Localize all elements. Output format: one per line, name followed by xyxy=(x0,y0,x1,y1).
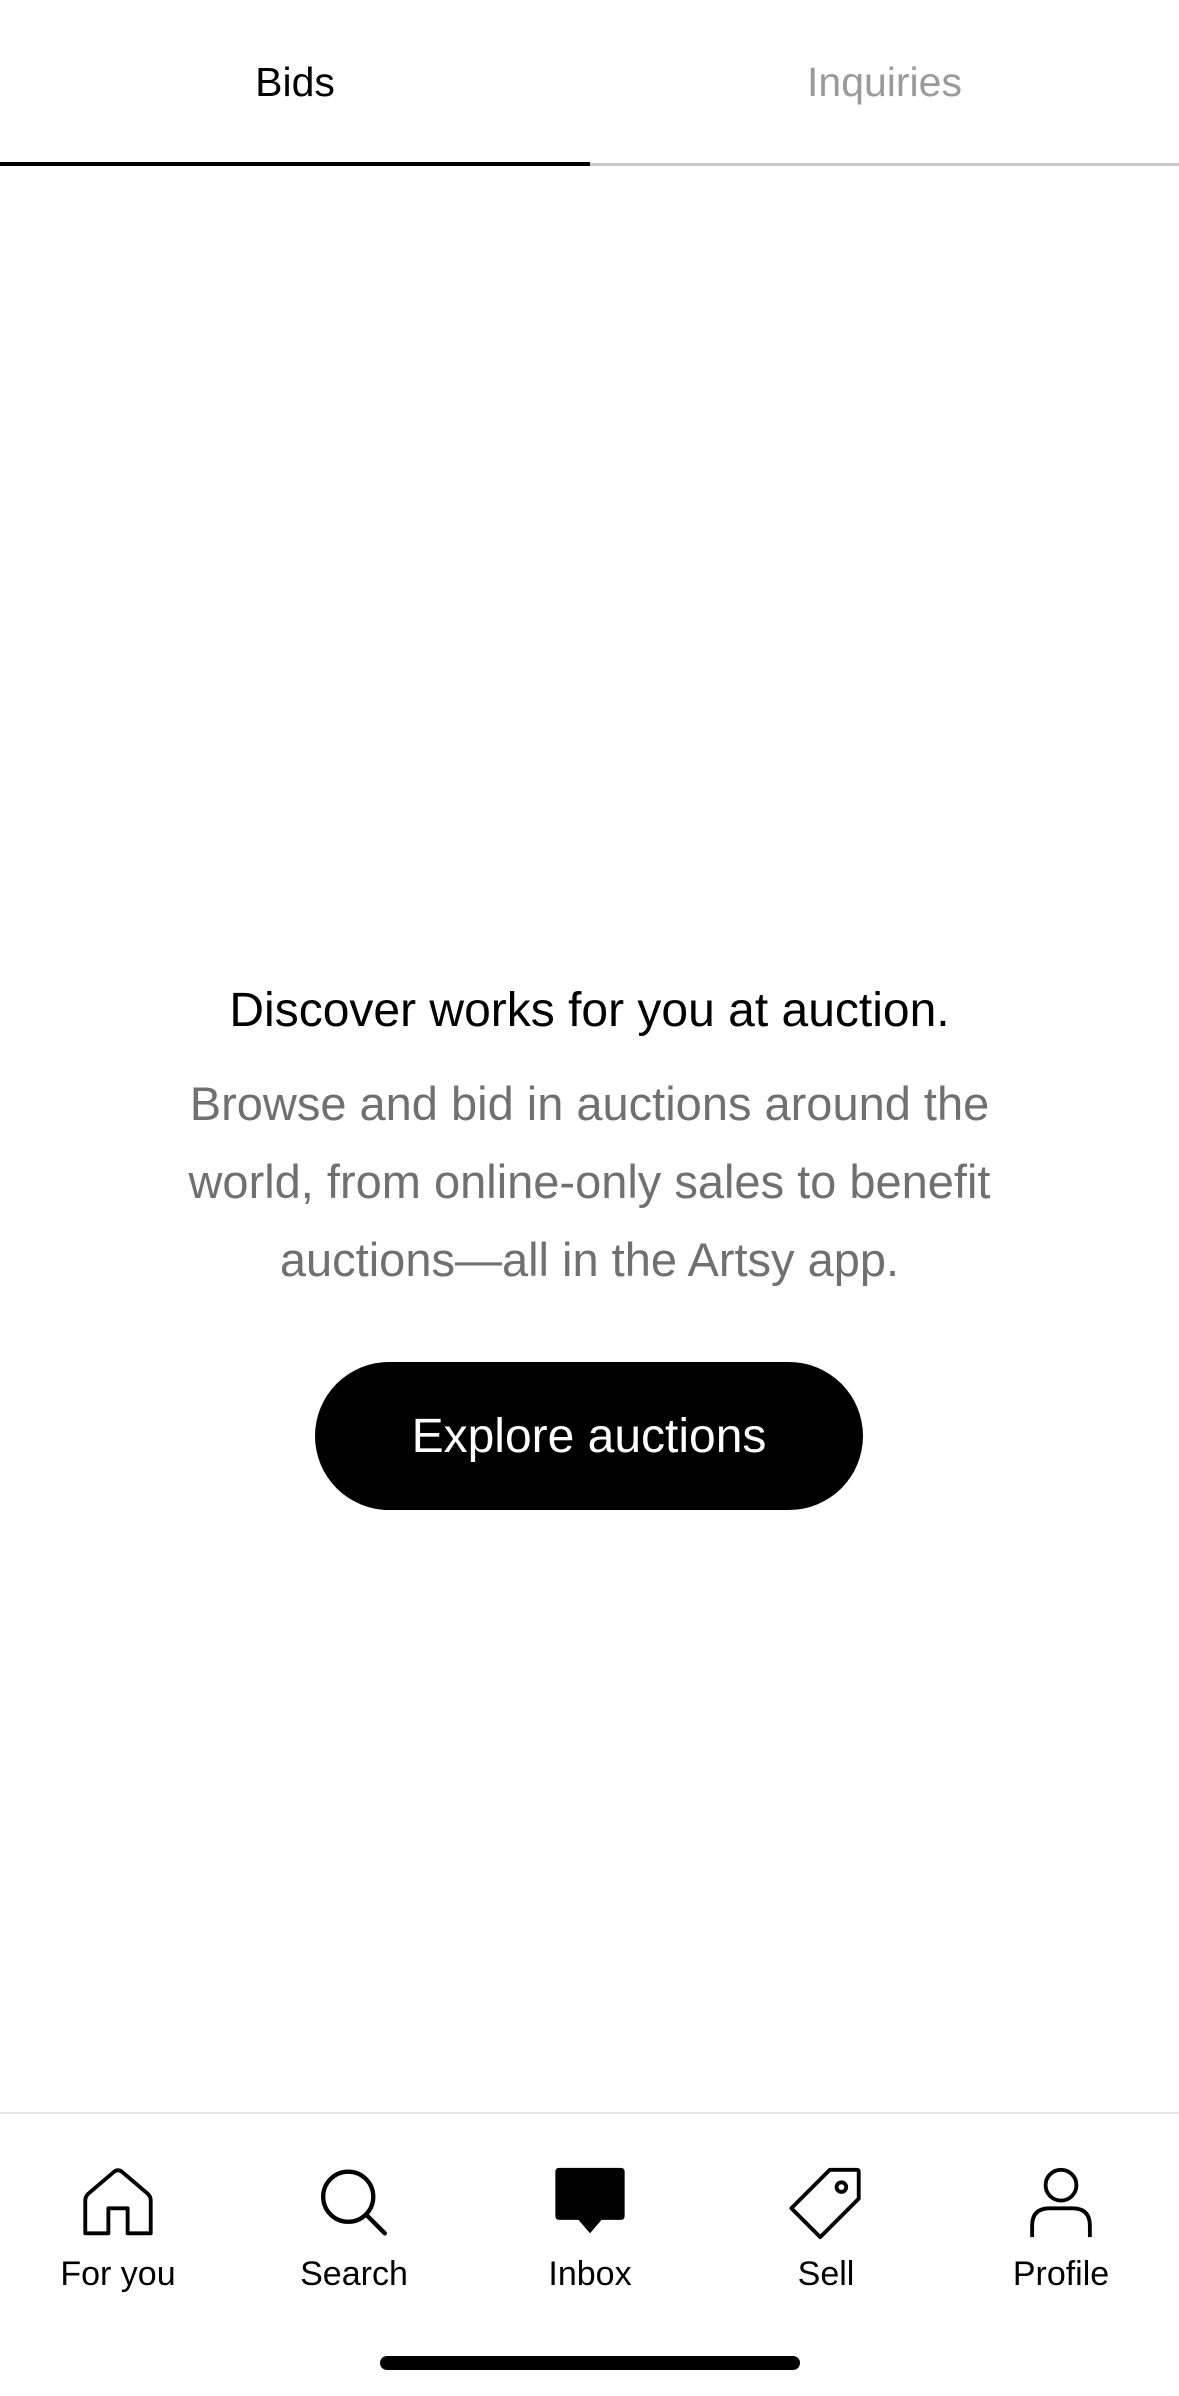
empty-state-title: Discover works for you at auction. xyxy=(229,984,950,1037)
empty-state: Discover works for you at auction. Brows… xyxy=(0,975,1179,1299)
tab-inquiries[interactable]: Inquiries xyxy=(590,0,1179,164)
active-tab-indicator xyxy=(0,162,590,166)
tag-icon xyxy=(789,2167,861,2240)
nav-inbox-label: Inbox xyxy=(548,2255,632,2293)
home-icon xyxy=(83,2168,153,2236)
tab-bids[interactable]: Bids xyxy=(0,0,590,164)
nav-sell[interactable]: Sell xyxy=(708,2164,944,2294)
nav-search-label: Search xyxy=(300,2255,408,2293)
bottom-navigation: For you Search Inbox Sell Profile xyxy=(0,2114,1179,2294)
nav-for-you[interactable]: For you xyxy=(0,2164,236,2294)
nav-inbox[interactable]: Inbox xyxy=(472,2164,708,2294)
search-icon xyxy=(321,2169,387,2236)
inbox-tabs: Bids Inquiries xyxy=(0,0,1179,166)
tab-inquiries-label: Inquiries xyxy=(807,58,962,105)
tab-bids-label: Bids xyxy=(255,58,335,105)
empty-state-description: Browse and bid in auctions around the wo… xyxy=(188,1077,991,1286)
nav-profile[interactable]: Profile xyxy=(943,2164,1179,2294)
explore-auctions-button[interactable]: Explore auctions xyxy=(315,1362,863,1510)
profile-icon xyxy=(1030,2167,1092,2238)
inbox-icon xyxy=(555,2167,625,2234)
home-indicator xyxy=(380,2356,800,2370)
nav-for-you-label: For you xyxy=(60,2255,176,2293)
nav-sell-label: Sell xyxy=(797,2255,855,2293)
nav-profile-label: Profile xyxy=(1012,2255,1110,2293)
nav-search[interactable]: Search xyxy=(236,2164,472,2294)
